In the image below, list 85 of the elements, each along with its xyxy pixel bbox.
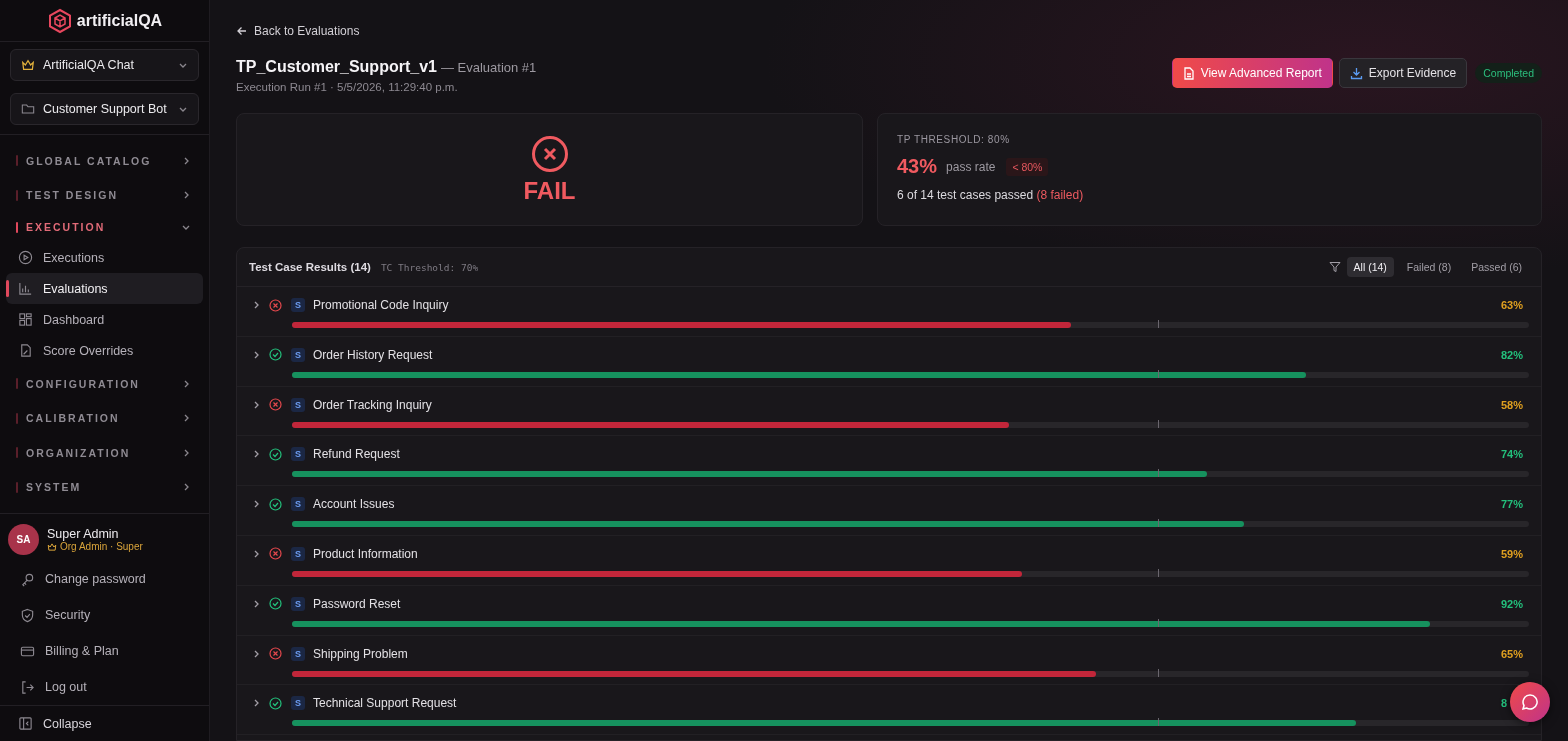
type-badge: S (291, 298, 305, 312)
threshold-badge: < 80% (1006, 157, 1049, 176)
test-case-name: Order History Request (313, 347, 434, 362)
filter-tab[interactable]: Passed (6) (1464, 257, 1529, 277)
verdict-label: FAIL (523, 176, 576, 205)
download-icon (1349, 66, 1363, 80)
user-avatar: SA (8, 524, 39, 556)
user-name: Super Admin (47, 527, 120, 542)
test-case-name: Password Reset (313, 596, 402, 611)
account-menu-item[interactable]: Log out (8, 669, 201, 706)
results-title: Test Case Results (14) (249, 261, 371, 273)
threshold-label: TP THRESHOLD: 80% (897, 134, 1011, 145)
pass-rate-value: 43% (897, 155, 938, 178)
document-icon (1182, 66, 1195, 80)
score-value: 8 (1501, 697, 1509, 710)
shield-check-icon (20, 607, 35, 623)
test-case-name: Product Information (313, 547, 419, 561)
chat-bubble-icon (1521, 693, 1539, 711)
type-badge: S (291, 447, 305, 462)
nav-section[interactable]: CALIBRATION (6, 400, 203, 436)
failed-count: (8 failed) (1036, 188, 1084, 202)
type-badge: S (291, 497, 305, 512)
type-badge: S (291, 596, 305, 611)
grid-icon (18, 312, 33, 328)
tc-threshold: TC Threshold: 70% (380, 261, 480, 273)
filter-tab[interactable]: All (14) (1346, 257, 1394, 277)
score-value: 74% (1501, 448, 1525, 461)
score-value: 63% (1501, 299, 1525, 311)
logo-text: artificialQA (76, 11, 163, 30)
collapse-button[interactable]: Collapse (18, 709, 92, 738)
filter-tab[interactable]: Failed (8) (1399, 257, 1459, 277)
logout-icon (20, 679, 35, 695)
test-case-name: Refund Request (313, 447, 401, 462)
type-badge: S (291, 397, 305, 412)
test-case-name: Technical Support Request (313, 696, 458, 711)
account-menu-item[interactable]: Security (8, 597, 201, 634)
score-value: 65% (1501, 647, 1525, 660)
user-role: Org Admin · Super (60, 541, 143, 553)
nav-section[interactable]: SYSTEM (6, 469, 203, 505)
test-case-name: Order Tracking Inquiry (313, 397, 433, 412)
account-menu-item[interactable]: Billing & Plan (8, 633, 201, 670)
sidebar-collapse-icon (18, 716, 33, 732)
nav-item[interactable]: Dashboard (6, 304, 203, 336)
nav-item[interactable]: Evaluations (6, 273, 203, 305)
run-meta: Execution Run #1 · 5/5/2026, 11:29:40 p.m. (236, 81, 459, 93)
logo-icon (46, 7, 73, 34)
score-value: 58% (1501, 398, 1525, 411)
folder-icon (21, 102, 35, 117)
type-badge: S (291, 347, 305, 362)
score-value: 77% (1501, 498, 1525, 511)
nav-section[interactable]: CONFIGURATION (6, 366, 203, 401)
nav-item[interactable]: Executions (6, 242, 203, 274)
page-title: TP_Customer_Support_v1 (236, 58, 437, 75)
score-value: 59% (1501, 548, 1525, 560)
bar-chart-icon (18, 281, 33, 297)
filter-icon (1328, 261, 1341, 273)
nav-item[interactable]: Score Overrides (6, 335, 203, 367)
view-report-button[interactable]: View Advanced Report (1171, 58, 1333, 88)
pass-summary: 6 of 14 test cases passed (897, 188, 1034, 202)
export-button[interactable]: Export Evidence (1338, 58, 1468, 88)
page-subtitle: — Evaluation #1 (440, 60, 537, 75)
type-badge: S (291, 696, 305, 711)
nav-section[interactable]: ORGANIZATION (6, 435, 203, 470)
document-icon (18, 343, 33, 359)
test-case-name: Shipping Problem (313, 646, 409, 661)
nav-section[interactable]: TEST DESIGN (6, 177, 203, 213)
play-circle-icon (18, 250, 33, 266)
type-badge: S (291, 547, 305, 561)
score-value: 92% (1501, 597, 1525, 610)
nav-section[interactable]: GLOBAL CATALOG (6, 143, 203, 178)
crown-icon (21, 58, 35, 73)
selector-dropdown[interactable]: ArtificialQA Chat (10, 49, 199, 82)
account-menu-item[interactable]: Change password (8, 561, 201, 598)
back-link[interactable]: Back to Evaluations (236, 24, 360, 38)
key-icon (20, 571, 35, 587)
selector-dropdown[interactable]: Customer Support Bot (10, 93, 199, 126)
test-case-name: Account Issues (313, 497, 396, 512)
crown-icon (47, 541, 57, 552)
score-value: 82% (1501, 348, 1525, 361)
nav-section[interactable]: EXECUTION (6, 212, 203, 243)
type-badge: S (291, 646, 305, 661)
arrow-left-icon (236, 25, 248, 37)
status-badge: Completed (1475, 63, 1542, 83)
test-case-name: Promotional Code Inquiry (313, 298, 450, 312)
pass-rate-label: pass rate (946, 159, 996, 174)
